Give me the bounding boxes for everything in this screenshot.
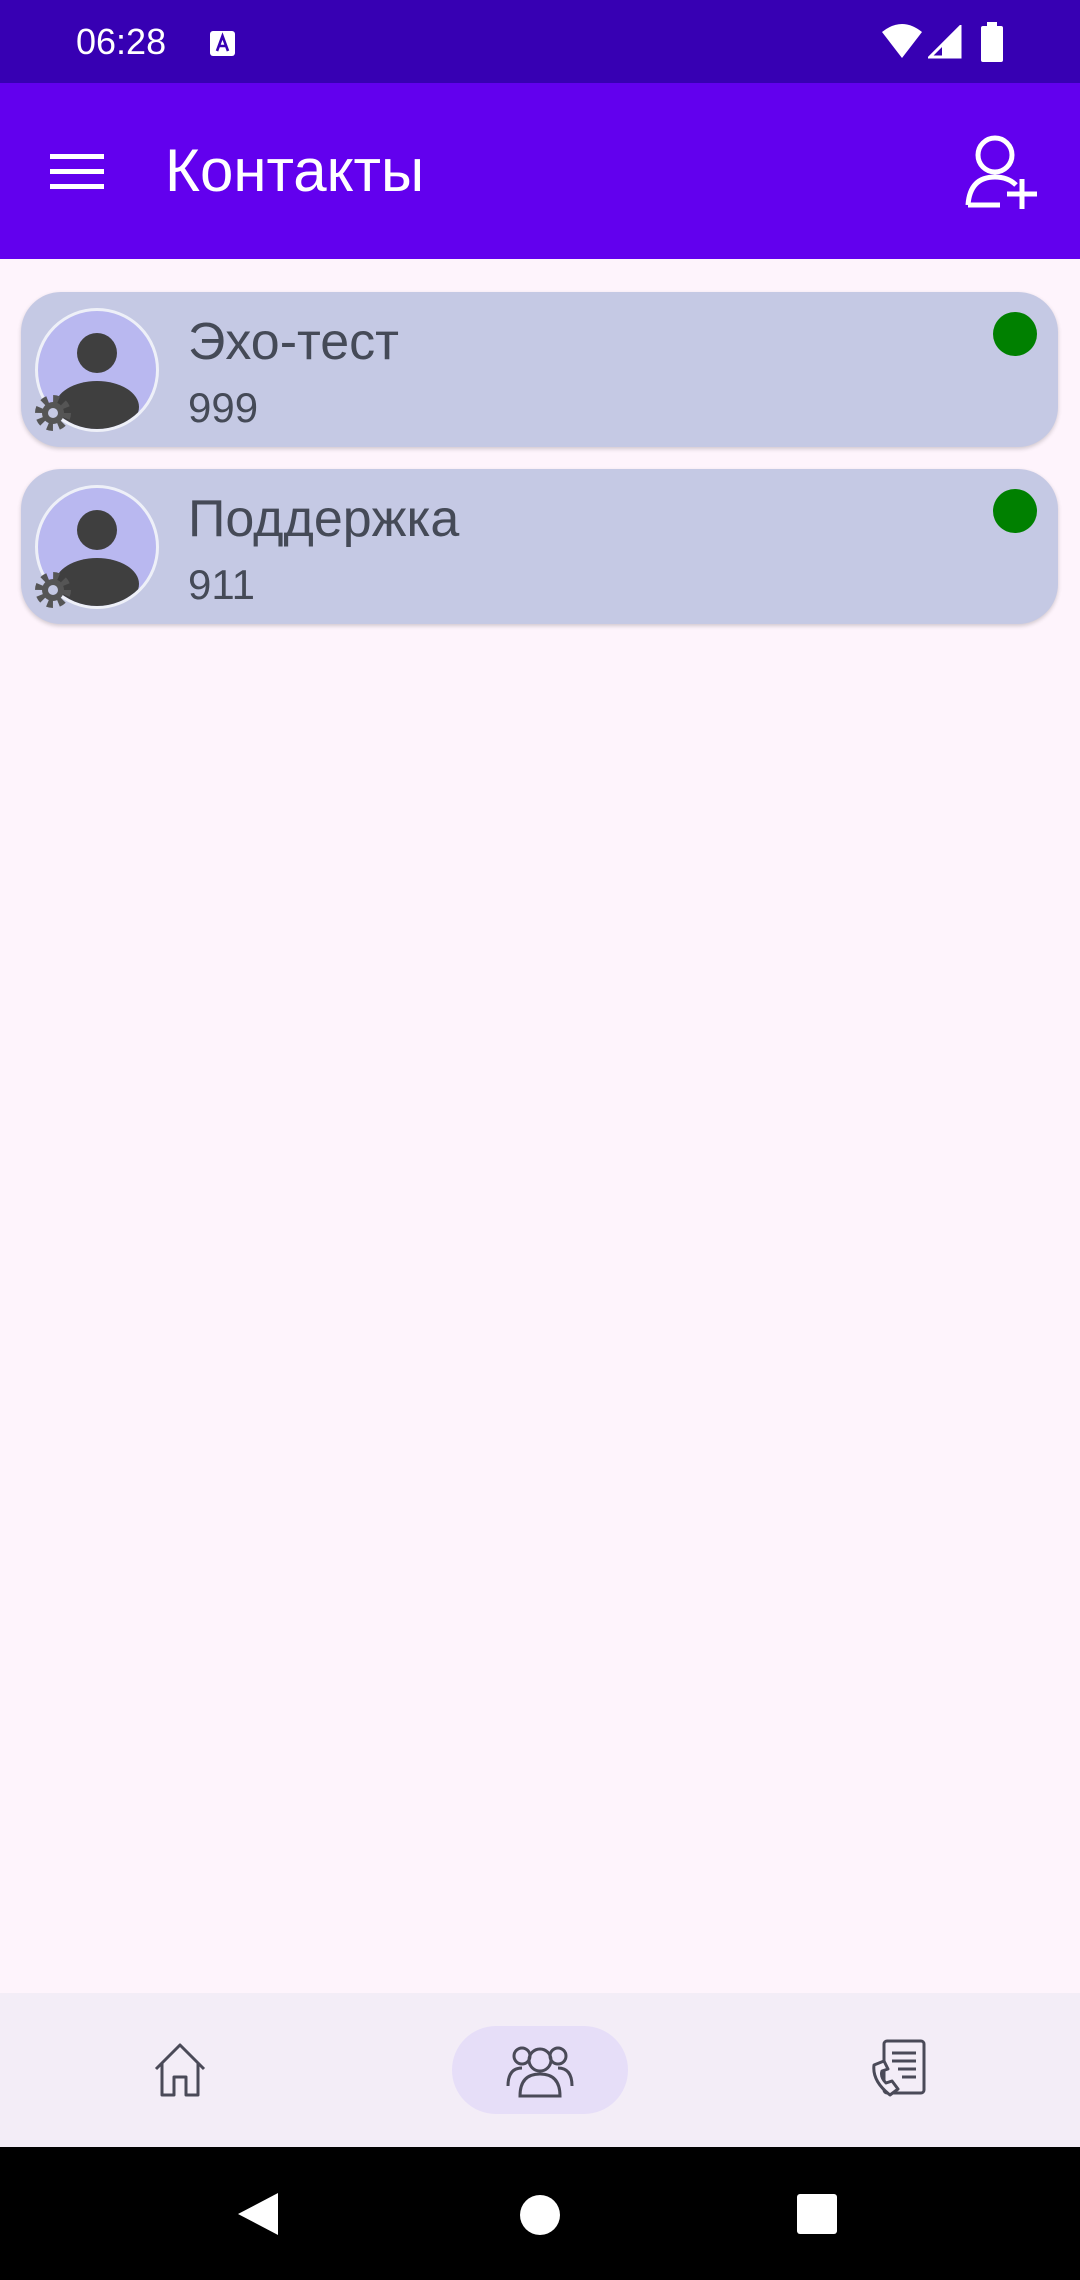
contact-name: Эхо-тест	[188, 313, 399, 371]
home-circle-icon[interactable]	[518, 2193, 562, 2237]
recents-icon[interactable]	[796, 2193, 838, 2235]
nav-call-history[interactable]	[840, 1993, 960, 2147]
keyboard-a-icon	[210, 31, 235, 56]
app-bar: Контакты	[0, 83, 1080, 259]
nav-home[interactable]	[120, 1993, 240, 2147]
contact-card[interactable]: Поддержка 911	[21, 469, 1058, 624]
contact-card[interactable]: Эхо-тест 999	[21, 292, 1058, 447]
status-time: 06:28	[76, 21, 167, 62]
cellular-signal-icon	[928, 25, 962, 59]
wifi-icon	[882, 24, 922, 58]
home-icon	[154, 2043, 206, 2097]
contact-number: 999	[188, 384, 259, 431]
gear-icon[interactable]	[32, 392, 74, 434]
contact-number: 911	[188, 561, 255, 608]
status-bar: 06:28	[0, 0, 1080, 83]
add-contact-icon[interactable]	[960, 131, 1044, 215]
online-status-indicator	[993, 489, 1037, 533]
gear-icon[interactable]	[32, 569, 74, 611]
call-history-icon	[872, 2039, 926, 2097]
bottom-navigation	[0, 1993, 1080, 2147]
hamburger-menu-icon[interactable]	[40, 141, 114, 201]
nav-contacts[interactable]	[452, 2026, 628, 2114]
online-status-indicator	[993, 312, 1037, 356]
contact-name: Поддержка	[188, 490, 460, 548]
back-icon[interactable]	[236, 2191, 280, 2237]
page-title: Контакты	[165, 137, 425, 204]
battery-icon	[981, 22, 1003, 62]
contacts-group-icon	[506, 2046, 574, 2098]
system-navigation-bar	[0, 2147, 1080, 2280]
